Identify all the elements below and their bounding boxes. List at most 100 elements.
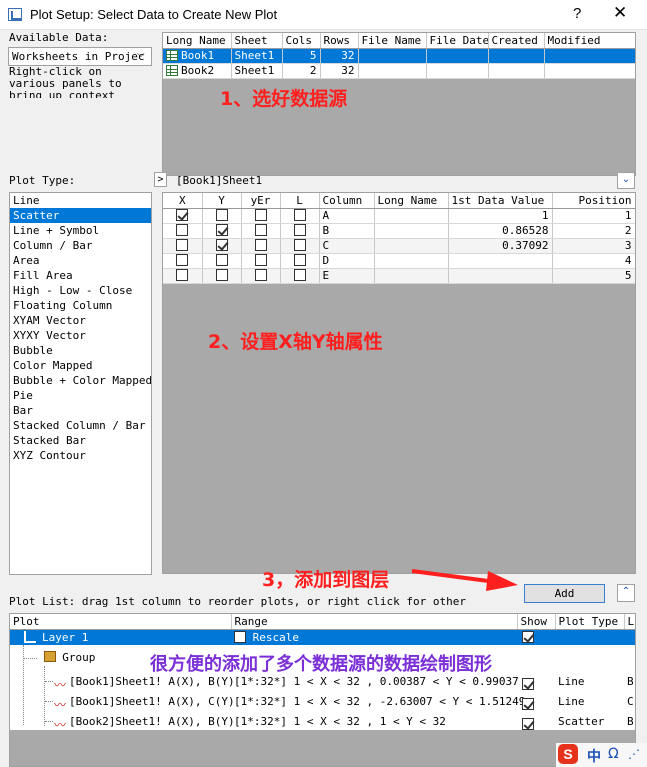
- table-row[interactable]: A 11: [163, 208, 635, 224]
- col-header-cols[interactable]: Cols: [282, 33, 321, 49]
- plot-type-item[interactable]: Line + Symbol: [10, 223, 151, 238]
- yer-checkbox[interactable]: [254, 269, 267, 281]
- col-header-long-name[interactable]: Long Name: [374, 193, 449, 209]
- column-grid[interactable]: X Y yEr L Column Long Name 1st Data Valu…: [162, 192, 636, 574]
- table-row[interactable]: Book1 Sheet1 5 32: [163, 48, 635, 64]
- col-header-created[interactable]: Created: [488, 33, 545, 49]
- ime-punct-toggle[interactable]: Ω: [608, 746, 619, 762]
- table-row[interactable]: B 0.86528 2: [163, 223, 635, 239]
- table-row[interactable]: D4: [163, 253, 635, 269]
- plot-type-item[interactable]: Bubble + Color Mapped: [10, 373, 151, 388]
- ime-lang-toggle[interactable]: 中: [587, 746, 601, 766]
- col-header-l[interactable]: L: [280, 193, 320, 209]
- cell-column: D: [319, 253, 375, 269]
- plot-row[interactable]: 〰 [Book2]Sheet1! A(X), B(Y) [1*:32*] 1 < X…: [10, 712, 635, 732]
- chevron-double-down-icon: ⌄: [621, 174, 631, 185]
- col-header-l[interactable]: L: [624, 614, 635, 630]
- y-checkbox[interactable]: [215, 269, 228, 281]
- x-checkbox[interactable]: [176, 269, 189, 281]
- collapse-up-button[interactable]: ⌃: [617, 584, 635, 602]
- col-header-show[interactable]: Show: [517, 614, 556, 630]
- col-header-rows[interactable]: Rows: [320, 33, 359, 49]
- plot-row[interactable]: 〰 [Book1]Sheet1! A(X), C(Y) [1*:32*] 1 < X…: [10, 692, 635, 712]
- x-checkbox[interactable]: [176, 209, 189, 221]
- y-checkbox[interactable]: [215, 209, 228, 221]
- layer-row[interactable]: Layer 1 Rescale: [10, 630, 635, 645]
- plot-type-item[interactable]: Bar: [10, 403, 151, 418]
- plot-type-item[interactable]: Line: [10, 193, 151, 208]
- cell-column: C: [319, 238, 375, 254]
- add-button[interactable]: Add: [524, 584, 605, 603]
- col-header-column[interactable]: Column: [319, 193, 375, 209]
- plot-type-item[interactable]: Area: [10, 253, 151, 268]
- plot-type: Line: [558, 675, 585, 688]
- cell-first-value: [448, 268, 553, 284]
- col-header-y[interactable]: Y: [202, 193, 242, 209]
- plot-name: [Book1]Sheet1! A(X), C(Y): [69, 695, 235, 708]
- plot-list[interactable]: Plot Range Show Plot Type L Layer 1 Resc…: [9, 613, 636, 767]
- x-checkbox[interactable]: [176, 224, 189, 236]
- ime-toolbar[interactable]: S 中 Ω ⋰: [556, 743, 647, 767]
- y-checkbox[interactable]: [215, 224, 228, 236]
- collapse-chevron-button[interactable]: ⌄: [617, 172, 635, 189]
- plot-type-item[interactable]: XYAM Vector: [10, 313, 151, 328]
- plot-type-item[interactable]: Stacked Bar: [10, 433, 151, 448]
- yer-checkbox[interactable]: [254, 224, 267, 236]
- yer-checkbox[interactable]: [254, 239, 267, 251]
- yer-checkbox[interactable]: [254, 254, 267, 266]
- plot-type-list[interactable]: Line Scatter Line + Symbol Column / Bar Area…: [9, 192, 152, 575]
- x-checkbox[interactable]: [176, 254, 189, 266]
- col-header-yer[interactable]: yEr: [241, 193, 281, 209]
- col-header-first-value[interactable]: 1st Data Value: [448, 193, 553, 209]
- col-header-modified[interactable]: Modified: [544, 33, 635, 49]
- close-button[interactable]: ✕: [613, 3, 627, 23]
- help-button[interactable]: ?: [573, 5, 581, 22]
- window-title: Plot Setup: Select Data to Create New Pl…: [30, 7, 278, 22]
- plot-l: B: [627, 715, 634, 728]
- col-header-file-date[interactable]: File Date: [426, 33, 489, 49]
- l-checkbox[interactable]: [293, 254, 306, 266]
- plot-type-item[interactable]: XYXY Vector: [10, 328, 151, 343]
- table-row[interactable]: C 0.37092 3: [163, 238, 635, 254]
- l-checkbox[interactable]: [293, 224, 306, 236]
- plot-type-item[interactable]: Column / Bar: [10, 238, 151, 253]
- plot-type-item[interactable]: Color Mapped: [10, 358, 151, 373]
- annotation-arrow-icon: [411, 569, 518, 591]
- l-checkbox[interactable]: [293, 239, 306, 251]
- col-header-file-name[interactable]: File Name: [358, 33, 427, 49]
- y-checkbox[interactable]: [215, 254, 228, 266]
- show-checkbox[interactable]: [522, 698, 534, 710]
- plot-type-item[interactable]: Pie: [10, 388, 151, 403]
- x-checkbox[interactable]: [176, 239, 189, 251]
- col-header-plot[interactable]: Plot: [10, 614, 232, 630]
- col-header-x[interactable]: X: [163, 193, 203, 209]
- plot-type-item[interactable]: High - Low - Close: [10, 283, 151, 298]
- plot-type-item[interactable]: Stacked Column / Bar: [10, 418, 151, 433]
- show-checkbox[interactable]: [522, 678, 534, 690]
- layer-show-checkbox[interactable]: [522, 631, 534, 643]
- rescale-checkbox[interactable]: [234, 631, 246, 643]
- plot-type-item[interactable]: Scatter: [10, 208, 151, 223]
- plot-type-item[interactable]: Fill Area: [10, 268, 151, 283]
- table-row[interactable]: E5: [163, 268, 635, 284]
- table-row[interactable]: Book2 Sheet1 2 32: [163, 63, 635, 79]
- ime-more-icon[interactable]: ⋰: [628, 747, 640, 761]
- group-row[interactable]: Group: [23, 648, 95, 668]
- col-header-plot-type[interactable]: Plot Type: [555, 614, 625, 630]
- cell-first-value: [448, 253, 553, 269]
- col-header-position[interactable]: Position: [552, 193, 635, 209]
- plot-type-item[interactable]: Floating Column: [10, 298, 151, 313]
- l-checkbox[interactable]: [293, 209, 306, 221]
- col-header-long-name[interactable]: Long Name: [163, 33, 232, 49]
- col-header-range[interactable]: Range: [231, 614, 518, 630]
- plot-type-item[interactable]: XYZ Contour: [10, 448, 151, 463]
- plot-type-item[interactable]: Bubble: [10, 343, 151, 358]
- col-header-sheet[interactable]: Sheet: [231, 33, 283, 49]
- show-checkbox[interactable]: [522, 718, 534, 730]
- yer-checkbox[interactable]: [254, 209, 267, 221]
- expand-arrow-button[interactable]: >: [154, 172, 167, 187]
- available-data-select[interactable]: Worksheets in Projec ⌵: [8, 47, 152, 66]
- annotation-summary: 很方便的添加了多个数据源的数据绘制图形: [150, 650, 492, 676]
- l-checkbox[interactable]: [293, 269, 306, 281]
- y-checkbox[interactable]: [215, 239, 228, 251]
